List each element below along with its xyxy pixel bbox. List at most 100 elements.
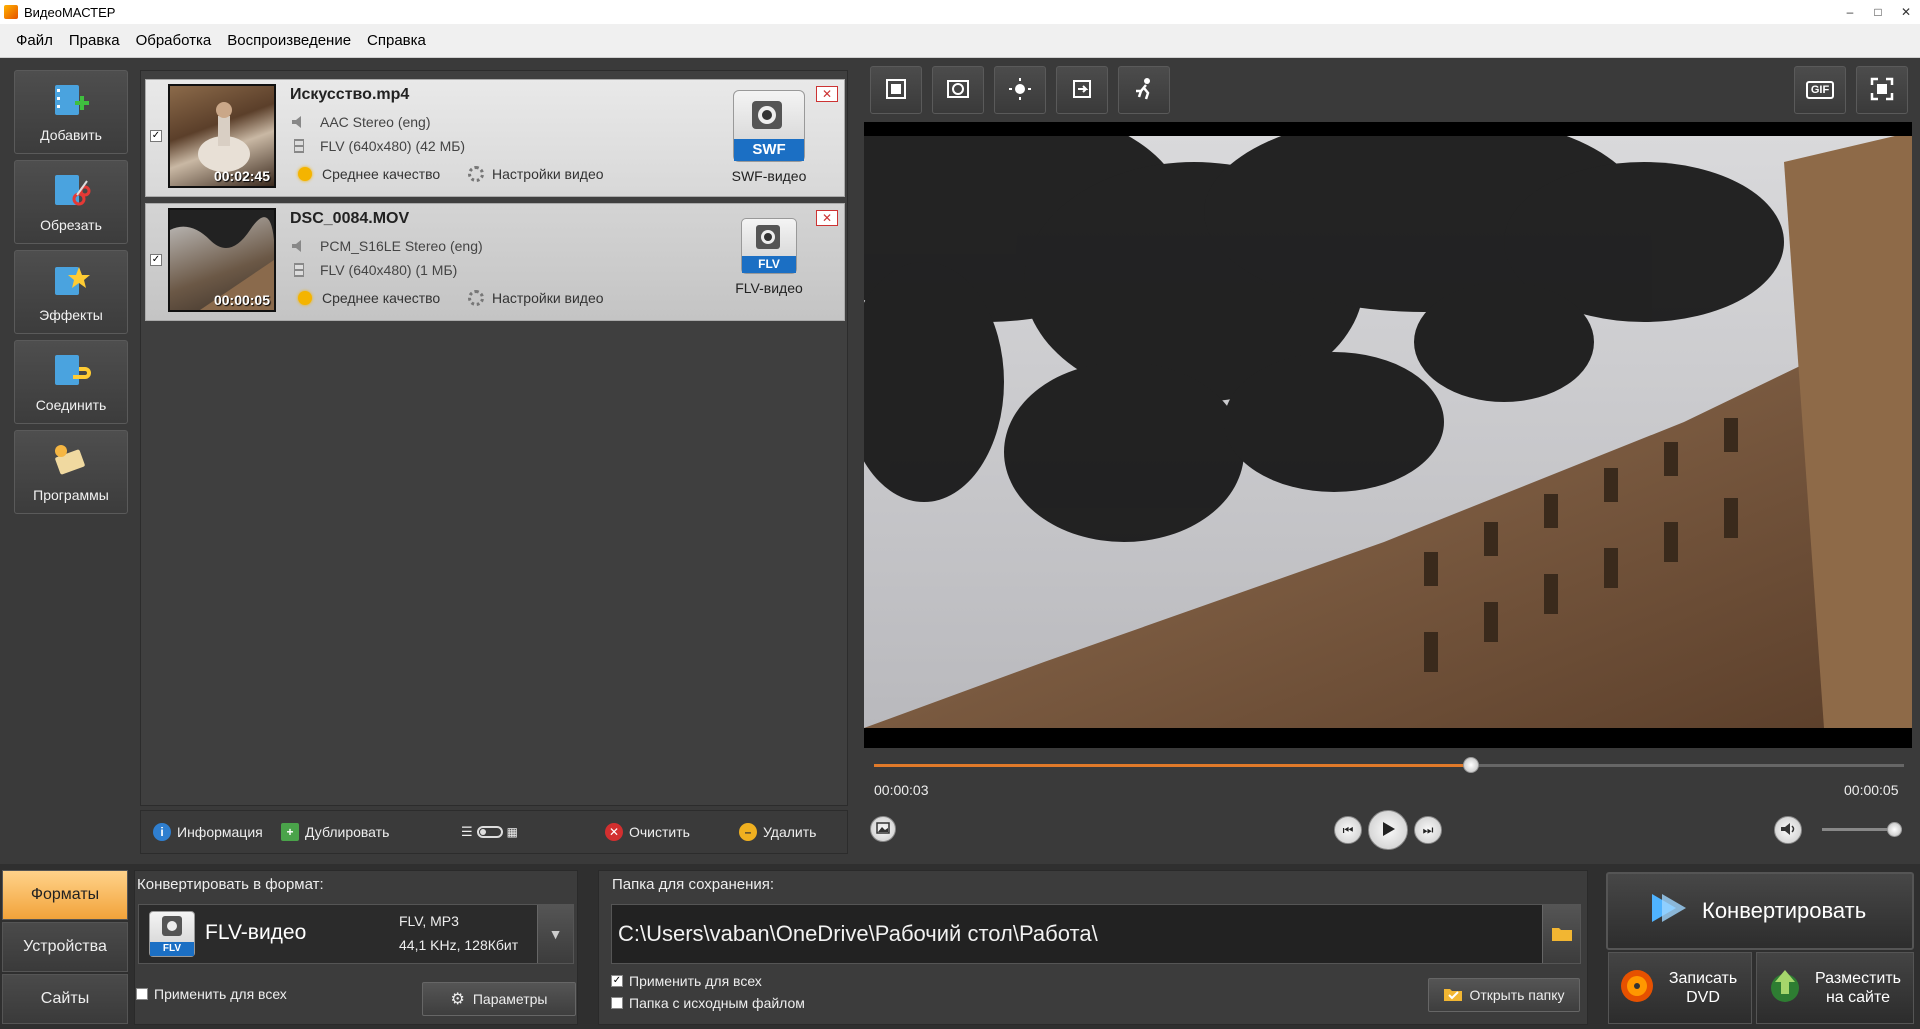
view-toggle[interactable]: ☰ ▦ [461,824,518,840]
apply-all-format-checkbox[interactable]: Применить для всех [136,986,287,1002]
menu-edit[interactable]: Правка [61,32,128,49]
skip-back-icon: ⏮ [1342,822,1354,837]
clear-button[interactable]: ✕ Очистить [605,823,690,841]
tab-sites[interactable]: Сайты [2,974,128,1024]
apply-all-folder-checkbox[interactable]: ✓ Применить для всех [611,973,762,989]
menu-help[interactable]: Справка [359,32,434,49]
menu-file[interactable]: Файл [8,32,61,49]
maximize-button[interactable]: □ [1864,5,1892,19]
app-logo-icon [4,5,18,19]
playback-progress[interactable] [874,757,1904,773]
apply-all-format-label: Применить для всех [154,986,287,1002]
source-folder-checkbox[interactable]: Папка с исходным файлом [611,995,805,1011]
info-button[interactable]: i Информация [153,823,263,841]
snapshot-button[interactable] [870,816,896,842]
burn-dvd-button[interactable]: Записать DVD [1608,952,1752,1024]
add-button[interactable]: Добавить [14,70,128,154]
audio-info: AAC Stereo (eng) [290,114,431,130]
progress-fill [874,764,1472,767]
upload-globe-icon [1767,968,1803,1009]
checkbox-box[interactable] [611,997,623,1009]
menu-processing[interactable]: Обработка [128,32,220,49]
running-man-icon [1132,77,1156,104]
rotate-button[interactable] [1056,66,1108,114]
format-select[interactable]: FLV FLV-видео FLV, MP3 44,1 KHz, 128Кбит… [138,904,574,964]
file-row[interactable]: ✓ 00:00:05 DSC_0084.MOV PCM_S16LE Stereo… [145,203,845,321]
play-icon [1379,820,1397,841]
effects-button[interactable]: Эффекты [14,250,128,334]
rotate-film-icon [1070,77,1094,104]
video-preview[interactable] [864,122,1912,748]
open-folder-button[interactable]: Открыть папку [1428,978,1580,1012]
speed-button[interactable] [1118,66,1170,114]
fullscreen-button[interactable] [1856,66,1908,114]
watermark-button[interactable] [932,66,984,114]
brightness-icon [1008,77,1032,104]
trim-button[interactable]: Обрезать [14,160,128,244]
magic-wand-icon [51,261,91,301]
duplicate-button[interactable]: + Дублировать [281,823,389,841]
play-button[interactable] [1368,810,1408,850]
gif-button[interactable]: GIF [1794,66,1846,114]
menu-bar: Файл Правка Обработка Воспроизведение Сп… [0,24,1920,58]
scissors-film-icon [51,171,91,211]
previous-button[interactable]: ⏮ [1334,816,1362,844]
camera-icon: FLV [741,218,797,274]
quality-setting[interactable]: Среднее качество [298,166,440,182]
preview-toolbar: GIF [868,66,1916,116]
title-bar: ВидеоМАСТЕР – □ ✕ [0,0,1920,24]
minimize-button[interactable]: – [1836,5,1864,19]
duplicate-label: Дублировать [305,824,390,840]
parameters-button[interactable]: ⚙ Параметры [422,982,576,1016]
file-checkbox[interactable]: ✓ [150,130,162,142]
fullscreen-icon [1870,77,1894,104]
skip-forward-icon: ⏭ [1422,822,1434,837]
clear-label: Очистить [629,824,690,840]
app-title: ВидеоМАСТЕР [24,4,116,20]
volume-button[interactable] [1774,816,1802,844]
video-settings-label: Настройки видео [492,166,604,182]
file-checkbox[interactable]: ✓ [150,254,162,266]
format-dropdown-button[interactable]: ▼ [537,905,573,963]
volume-handle[interactable] [1887,822,1902,837]
info-icon: i [153,823,171,841]
crop-icon [884,77,908,104]
crop-button[interactable] [870,66,922,114]
file-name: Искусство.mp4 [290,86,410,103]
next-button[interactable]: ⏭ [1414,816,1442,844]
delete-button[interactable]: – Удалить [739,823,816,841]
programs-button[interactable]: Программы [14,430,128,514]
quality-label: Среднее качество [322,166,441,182]
quality-setting[interactable]: Среднее качество [298,290,440,306]
browse-folder-button[interactable] [1542,905,1580,963]
join-button[interactable]: Соединить [14,340,128,424]
format-badge-text: FLV [742,256,796,273]
video-settings-link[interactable]: Настройки видео [468,166,604,182]
menu-playback[interactable]: Воспроизведение [219,32,359,49]
progress-handle[interactable] [1463,757,1480,773]
brightness-button[interactable] [994,66,1046,114]
speaker-icon [1780,822,1796,839]
output-format-badge[interactable]: FLV FLV-видео [724,218,814,296]
publish-online-button[interactable]: Разместить на сайте [1756,952,1914,1024]
video-info: FLV (640x480) (1 МБ) [290,262,457,278]
open-folder-label: Открыть папку [1469,987,1565,1003]
picture-icon [876,821,890,837]
output-path-value[interactable]: C:\Users\vaban\OneDrive\Рабочий стол\Раб… [618,921,1098,947]
tab-devices[interactable]: Устройства [2,922,128,972]
join-label: Соединить [35,397,107,413]
video-settings-link[interactable]: Настройки видео [468,290,604,306]
format-codec: FLV, MP3 [399,913,459,929]
close-window-button[interactable]: ✕ [1892,5,1920,19]
file-duration: 00:00:05 [213,292,270,308]
video-info-text: FLV (640x480) (42 МБ) [320,138,466,154]
remove-file-button[interactable]: ✕ [816,210,838,226]
checkbox-box[interactable]: ✓ [611,975,623,987]
tab-formats[interactable]: Форматы [2,870,128,920]
output-format-badge[interactable]: SWF SWF-видео [724,90,814,184]
remove-file-button[interactable]: ✕ [816,86,838,102]
output-path-field[interactable]: C:\Users\vaban\OneDrive\Рабочий стол\Раб… [611,904,1581,964]
convert-button[interactable]: Конвертировать [1606,872,1914,950]
file-row[interactable]: ✓ 00:02:45 Искусство.mp4 AAC Stereo (eng… [145,79,845,197]
checkbox-box[interactable] [136,988,148,1000]
